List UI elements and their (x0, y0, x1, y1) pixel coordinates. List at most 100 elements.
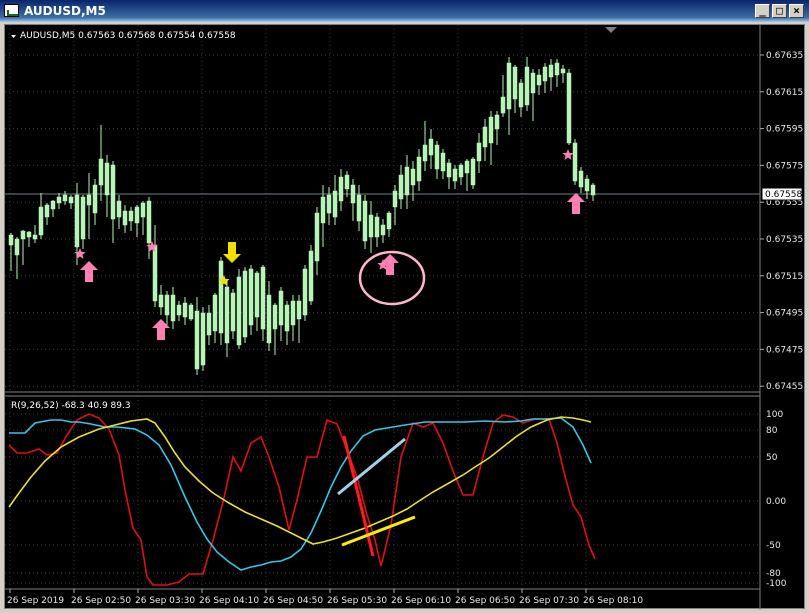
candle-body (242, 270, 248, 338)
indicator-scale: 100 80 50 0.00 -50 -80-100 (766, 410, 787, 589)
candle-body (350, 184, 356, 204)
price-scale: 0.676350.676150.675950.675750.675550.675… (760, 51, 803, 392)
candle-body (278, 290, 284, 326)
price-tick-label: 0.67575 (766, 161, 803, 171)
indicator-red-line (8, 413, 596, 586)
candle-body (140, 202, 146, 218)
candle-body (422, 144, 428, 162)
candle-body (494, 114, 500, 130)
symbol-info-label: AUDUSD,M5 0.67563 0.67568 0.67554 0.6755… (20, 31, 236, 41)
time-tick-label: 26 Sep 02:50 (71, 596, 131, 606)
current-price-tag: 0.67558 (765, 190, 802, 200)
candle-body (26, 231, 32, 238)
candle-body (122, 210, 128, 226)
candle-body (416, 156, 422, 182)
price-grid (5, 25, 760, 589)
time-tick-label: 26 Sep 03:30 (135, 596, 195, 606)
candle-body (158, 294, 164, 308)
indicator-label: R(9,26,52) -68.3 40.9 89.3 (11, 401, 131, 411)
candle-body (374, 216, 380, 238)
candle-body (428, 138, 434, 156)
price-tick-label: 0.67495 (766, 309, 803, 319)
candle-body (116, 200, 122, 218)
candle-body (38, 206, 44, 236)
price-tick-label: 0.67595 (766, 125, 803, 135)
candle-body (14, 238, 20, 256)
candle-body (68, 196, 74, 204)
candle-body (476, 142, 482, 162)
candle-body (302, 268, 308, 316)
indicator-tick-label: 50 (766, 453, 778, 463)
signal-star-pink-icon (562, 149, 574, 160)
close-button[interactable]: × (789, 4, 804, 18)
chart-canvas[interactable]: 0.676350.676150.675950.675750.675550.675… (5, 25, 806, 610)
candle-body (536, 74, 542, 86)
price-tick-label: 0.67455 (766, 382, 803, 392)
candle-body (56, 196, 62, 204)
chart-window-icon (4, 4, 19, 17)
candle-body (410, 168, 416, 186)
candle-body (482, 126, 488, 148)
candle-body (356, 194, 362, 222)
price-tick-label: 0.67475 (766, 345, 803, 355)
candle-body (590, 184, 596, 196)
chart-shift-marker-icon[interactable] (605, 27, 617, 33)
signal-star-pink-icon (74, 248, 86, 259)
indicator-tick-label: -50 (766, 541, 781, 551)
candle-body (386, 212, 392, 230)
chart-area[interactable]: 0.67635 0.67615 0.67595 0.67575 0.67555 0.675… (4, 24, 806, 610)
time-tick-label: 26 Sep 08:10 (583, 596, 643, 606)
candle-body (44, 204, 50, 218)
candle-body (218, 260, 224, 334)
minimize-button[interactable]: _ (755, 4, 770, 18)
candle-body (110, 164, 116, 220)
price-tick-label: 0.67615 (766, 88, 803, 98)
candle-body (248, 268, 254, 326)
candle-body (152, 244, 158, 302)
annotation-yellow-line (341, 515, 416, 547)
candle-body (542, 66, 548, 82)
candle-body (308, 250, 314, 302)
candle-body (188, 304, 194, 320)
window-titlebar[interactable]: AUDUSD,M5 _ □ × (0, 0, 809, 22)
candle-body (134, 206, 140, 224)
candle-body (530, 72, 536, 94)
candle-body (212, 294, 218, 332)
indicator-tick-label: -80 (766, 569, 781, 579)
candle-body (182, 302, 188, 318)
indicator-tick-label: -100 (766, 579, 787, 589)
candle-body (86, 194, 92, 206)
candle-body (500, 96, 506, 114)
candle-body (446, 162, 452, 178)
buy-arrow-icon (80, 261, 98, 282)
candle-body (164, 294, 170, 316)
candle-body (290, 300, 296, 326)
candle-body (338, 176, 344, 202)
candle-body (524, 66, 530, 106)
candle-body (170, 294, 176, 322)
symbol-menu-triangle-icon[interactable] (11, 35, 16, 38)
candle-body (554, 62, 560, 76)
candle-body (380, 224, 386, 236)
candle-body (320, 196, 326, 224)
candle-body (506, 62, 512, 110)
candle-body (50, 200, 56, 210)
restore-button[interactable]: □ (772, 4, 787, 18)
candle-body (230, 292, 236, 332)
candle-body (236, 276, 242, 346)
indicator-tick-label: 100 (766, 410, 783, 420)
candle-body (572, 142, 578, 182)
candle-body (74, 194, 80, 248)
time-tick-label: 26 Sep 04:10 (199, 596, 259, 606)
candle-body (128, 210, 134, 222)
candle-body (518, 82, 524, 108)
indicator-yellow-line (8, 416, 592, 545)
candle-body (344, 174, 350, 190)
candle-body (326, 194, 332, 214)
candle-body (362, 200, 368, 242)
candle-body (104, 162, 110, 196)
candle-body (464, 160, 470, 174)
candle-body (488, 116, 494, 144)
candle-body (176, 304, 182, 316)
candle-body (440, 152, 446, 172)
